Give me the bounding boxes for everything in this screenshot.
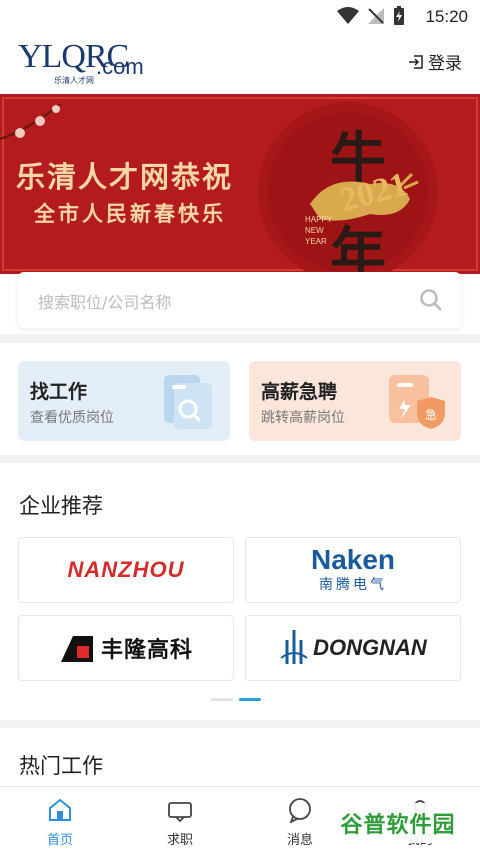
enterprise-section: 企业推荐 NANZHOU Naken 南腾电气 丰隆高科 DONGNAN: [0, 463, 480, 720]
promo-banner[interactable]: 乐清人才网恭祝 全市人民新春快乐 牛 2021 HAPPY NEW YEAR 年: [0, 94, 480, 274]
company-card[interactable]: NANZHOU: [18, 537, 234, 603]
company-logo: Naken 南腾电气: [311, 546, 395, 594]
card-title: 高薪急聘: [261, 381, 338, 403]
briefcase-icon: [168, 802, 192, 823]
app-screen: 15:20 YLQRC .com 乐清人才网 登录 乐清人才网恭祝 全市人民新春…: [0, 0, 480, 853]
search-section: 搜索职位/公司名称: [0, 272, 480, 334]
company-card[interactable]: DONGNAN: [245, 615, 461, 681]
carousel-dot-active[interactable]: [239, 698, 261, 701]
message-icon: [289, 798, 311, 823]
company-card[interactable]: 丰隆高科: [18, 615, 234, 681]
banner-greeting-line: YEAR: [305, 237, 327, 246]
company-logo: DONGNAN: [279, 628, 427, 668]
banner-title: 乐清人才网恭祝: [16, 160, 234, 194]
banner-greeting: HAPPY NEW YEAR: [305, 214, 332, 247]
login-label: 登录: [428, 54, 462, 74]
section-title: 热门工作: [19, 754, 103, 778]
company-mark-icon: [60, 636, 93, 662]
watermark: 谷普软件园: [328, 803, 468, 843]
banner-greeting-line: NEW: [305, 226, 324, 235]
signal-icon: [368, 8, 384, 24]
hot-jobs-section: 热门工作: [0, 728, 480, 788]
banner-char-bottom: 年: [330, 221, 386, 274]
battery-icon: [394, 6, 404, 25]
tab-home[interactable]: 首页: [0, 787, 120, 853]
search-input[interactable]: 搜索职位/公司名称: [18, 272, 461, 328]
login-button[interactable]: 登录: [408, 49, 462, 74]
status-time: 15:20: [425, 7, 468, 26]
tab-label: 求职: [166, 833, 193, 848]
section-title: 企业推荐: [19, 494, 103, 518]
header: YLQRC .com 乐清人才网 登录: [0, 34, 480, 94]
plum-blossom-icon: [0, 103, 61, 140]
logo-sub: 乐清人才网: [54, 76, 94, 85]
watermark-text: 谷普软件园: [340, 813, 456, 838]
svg-text:急: 急: [425, 407, 437, 422]
search-placeholder: 搜索职位/公司名称: [38, 293, 172, 312]
card-title: 找工作: [30, 381, 88, 403]
logo[interactable]: YLQRC .com 乐清人才网: [18, 38, 158, 88]
status-bar: 15:20: [0, 0, 480, 34]
company-logo-text: 丰隆高科: [100, 638, 193, 663]
banner-subtitle: 全市人民新春快乐: [34, 201, 226, 226]
job-search-icon: [164, 375, 212, 429]
company-mark-icon: [280, 630, 308, 664]
carousel-indicator: [211, 698, 261, 701]
company-logo-text: NANZHOU: [67, 557, 185, 582]
card-subtitle: 跳转高薪岗位: [261, 410, 345, 426]
carousel-dot[interactable]: [211, 698, 233, 701]
search-icon[interactable]: [419, 288, 443, 312]
home-icon: [49, 798, 71, 821]
banner-greeting-line: HAPPY: [305, 215, 333, 224]
tab-jobs[interactable]: 求职: [120, 787, 240, 853]
company-logo-text: DONGNAN: [313, 635, 427, 660]
find-job-card[interactable]: 找工作 查看优质岗位: [18, 361, 230, 441]
quick-actions: 找工作 查看优质岗位 高薪急聘 跳转高薪岗位 急: [0, 343, 480, 455]
login-icon: [409, 54, 423, 69]
urgent-hiring-card[interactable]: 高薪急聘 跳转高薪岗位 急: [249, 361, 461, 441]
card-subtitle: 查看优质岗位: [30, 410, 114, 426]
company-logo: 丰隆高科: [59, 632, 193, 664]
logo-domain: .com: [96, 54, 144, 79]
company-logo-subtext: 南腾电气: [318, 577, 387, 593]
wifi-icon: [337, 7, 359, 24]
company-logo-text: Naken: [310, 544, 396, 575]
tab-label: 首页: [46, 833, 73, 848]
status-icons: [337, 6, 405, 26]
urgent-icon: 急: [389, 375, 445, 429]
company-card[interactable]: Naken 南腾电气: [245, 537, 461, 603]
tab-label: 消息: [286, 833, 313, 848]
